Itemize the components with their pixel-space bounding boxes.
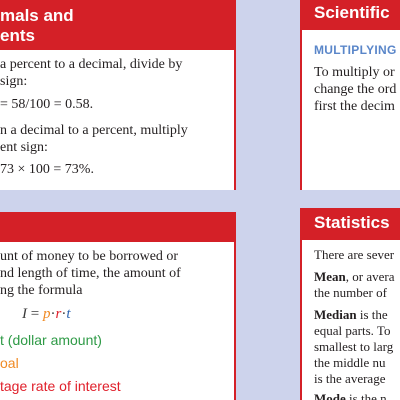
- panel-header-decimals: mals and ents: [0, 0, 234, 50]
- interest-formula: I = p·r·t: [22, 306, 70, 323]
- panel-title-line1: mals and: [0, 6, 74, 25]
- panel-interest: unt of money to be borrowed or nd length…: [0, 212, 236, 400]
- panel-title: Scientific: [314, 3, 390, 22]
- text-line: To multiply or: [314, 65, 395, 80]
- panel-header-statistics: Statistics: [302, 208, 400, 240]
- text-line: first the decim: [314, 99, 395, 114]
- text-line: There are sever: [314, 247, 395, 262]
- term-mode: Mode: [314, 391, 346, 400]
- formula-equals: =: [27, 306, 43, 322]
- section-subhead: MULTIPLYING: [314, 43, 397, 57]
- mode-definition: Mode is the n: [314, 390, 387, 400]
- text-line: smallest to larg: [314, 339, 394, 354]
- example-line: = 58/100 = 0.58.: [0, 97, 94, 112]
- median-definition: Median is the: [314, 306, 388, 323]
- text-line: change the ord: [314, 82, 397, 97]
- text-line: equal parts. To: [314, 323, 391, 338]
- panel-statistics: Statistics There are sever Mean, or aver…: [300, 208, 400, 400]
- legend-principal: oal: [0, 355, 19, 371]
- mode-text: is the n: [345, 391, 387, 400]
- text-line: sign:: [0, 74, 28, 89]
- mean-definition: Mean, or avera: [314, 268, 395, 285]
- panel-title-line2: ents: [0, 26, 35, 45]
- panel-title: Statistics: [314, 213, 390, 232]
- text-line: is the average: [314, 371, 386, 386]
- text-line: unt of money to be borrowed or: [0, 249, 179, 264]
- panel-decimals-percents: mals and ents a percent to a decimal, di…: [0, 0, 236, 190]
- panel-scientific: Scientific MULTIPLYING To multiply or ch…: [300, 0, 400, 190]
- legend-amount: t (dollar amount): [0, 332, 102, 348]
- text-line: a percent to a decimal, divide by: [0, 57, 183, 72]
- panel-header-scientific: Scientific: [302, 0, 400, 30]
- formula-time: t: [66, 306, 71, 322]
- text-line: the middle nu: [314, 355, 386, 370]
- median-text: is the: [356, 307, 388, 322]
- panel-header-interest: [0, 212, 234, 242]
- text-line: ng the formula: [0, 283, 83, 298]
- text-line: ent sign:: [0, 140, 48, 155]
- text-line: n a decimal to a percent, multiply: [0, 123, 188, 138]
- text-line: the number of: [314, 285, 387, 300]
- text-line: nd length of time, the amount of: [0, 266, 181, 281]
- legend-rate: tage rate of interest: [0, 378, 121, 394]
- term-mean: Mean: [314, 269, 346, 284]
- mean-text: , or avera: [345, 269, 395, 284]
- example-line: 73 × 100 = 73%.: [0, 162, 94, 177]
- term-median: Median: [314, 307, 357, 322]
